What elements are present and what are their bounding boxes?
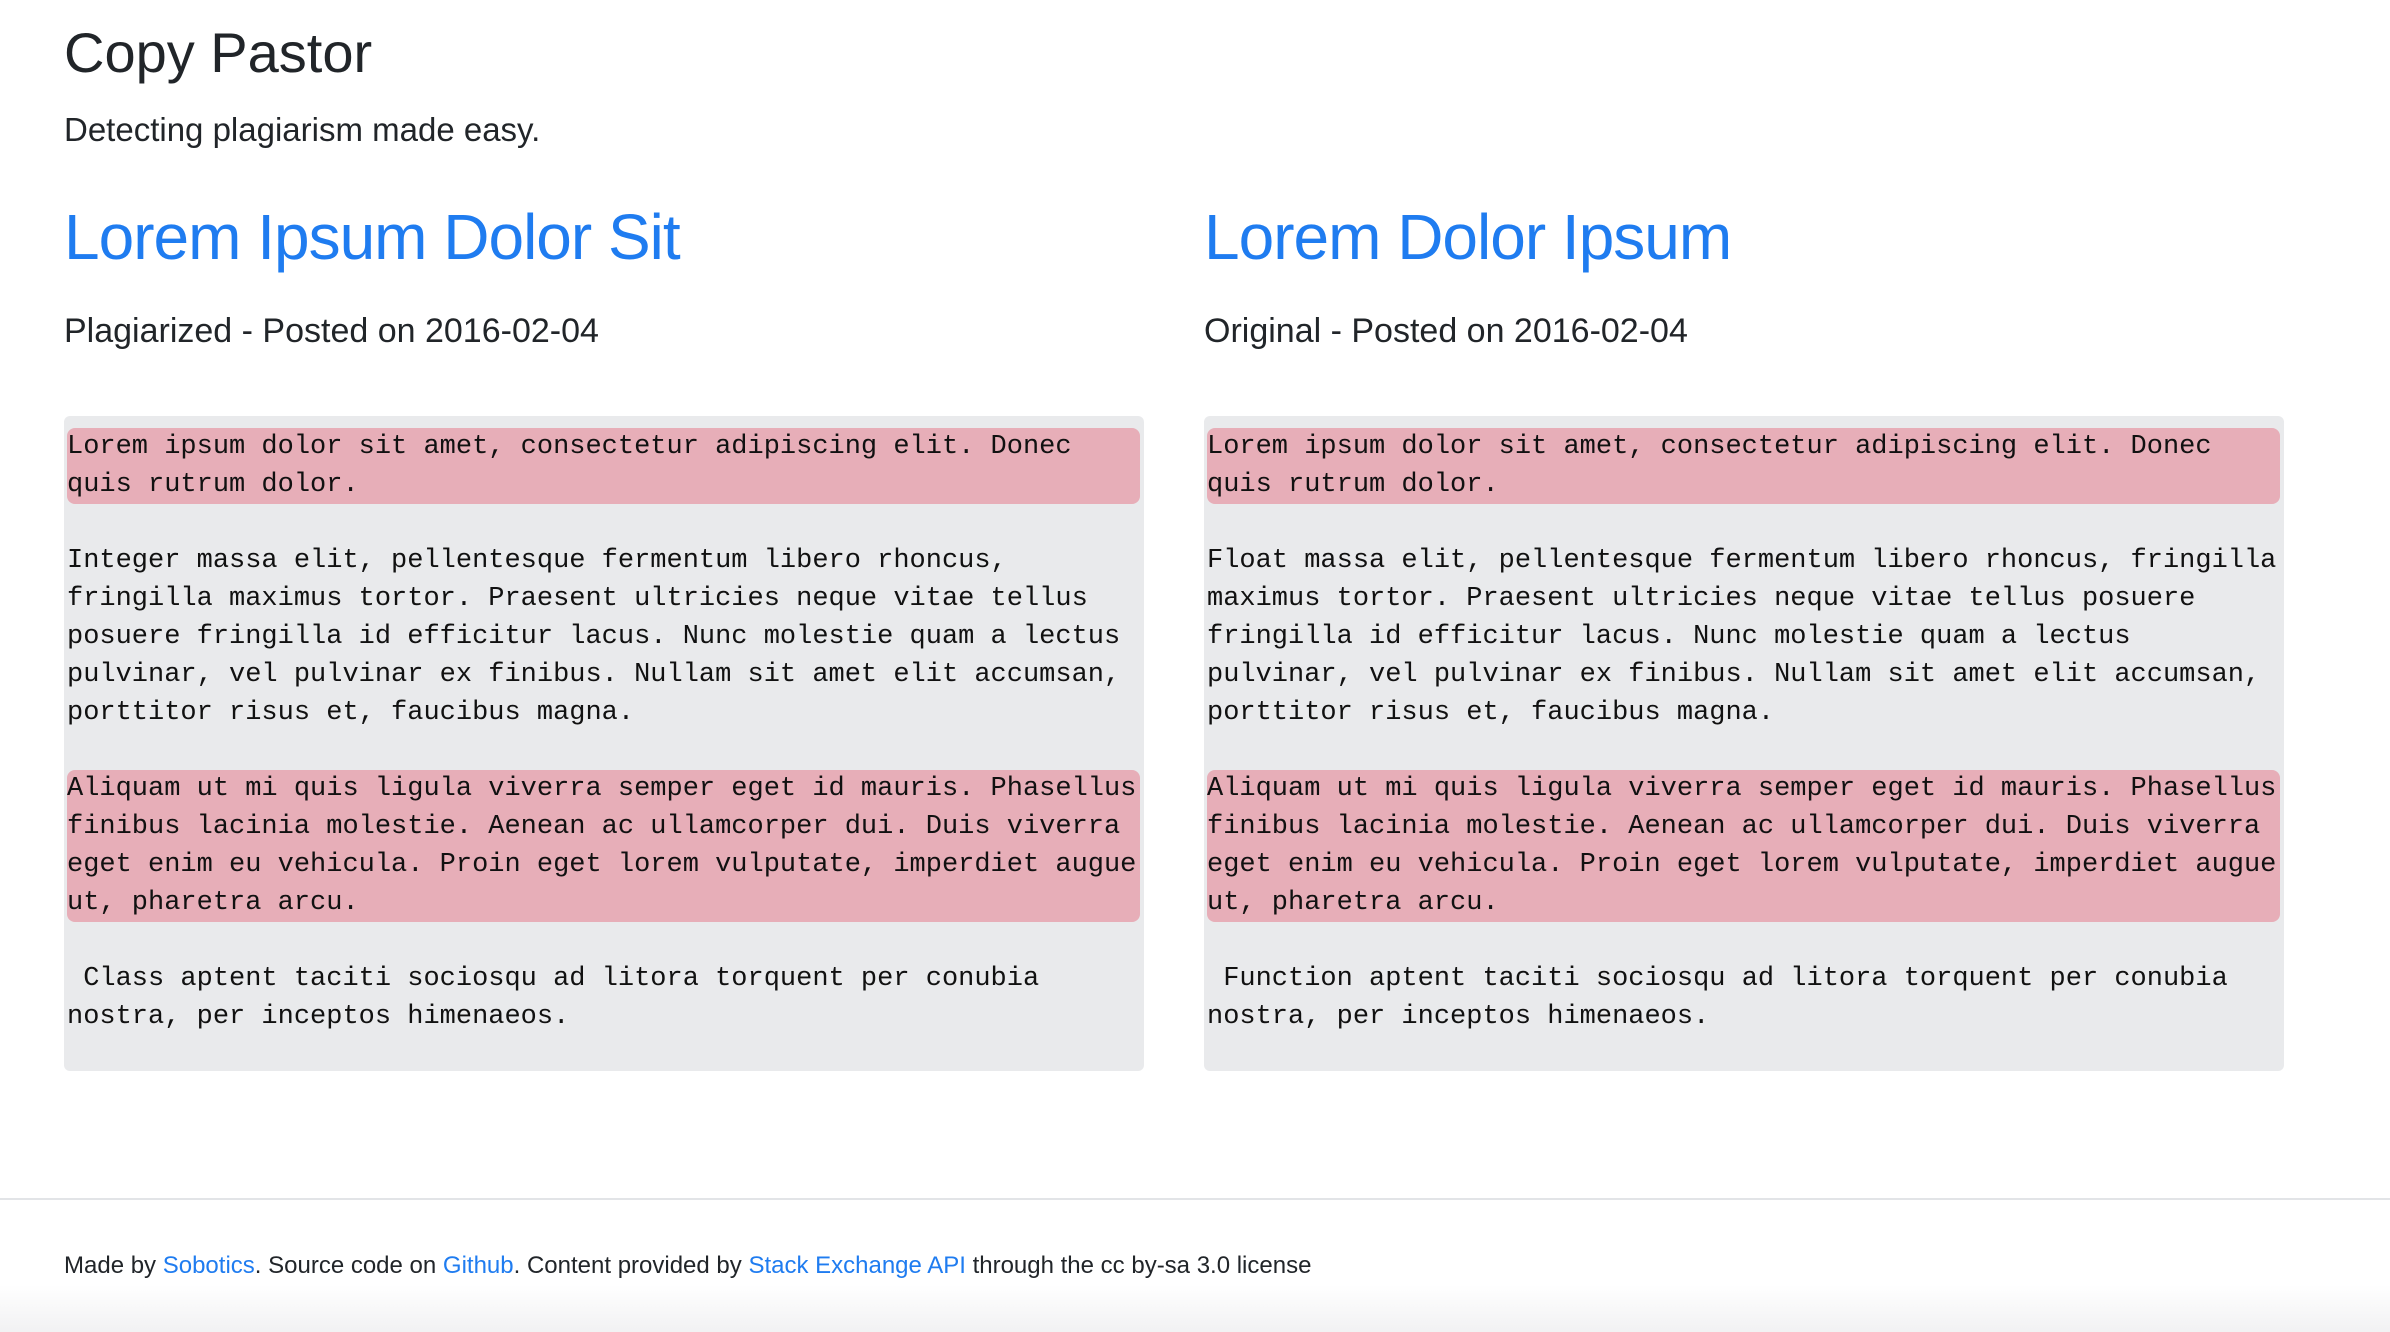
page: Copy Pastor Detecting plagiarism made ea… <box>0 0 2390 1332</box>
original-post-meta: Original - Posted on 2016-02-04 <box>1204 312 1688 350</box>
site-tagline: Detecting plagiarism made easy. <box>64 111 541 148</box>
plagiarized-post-column: Lorem Ipsum Dolor Sit Plagiarized - Post… <box>64 190 1144 1071</box>
site-header: Copy Pastor Detecting plagiarism made ea… <box>64 18 540 150</box>
post-paragraph: Integer massa elit, pellentesque ferment… <box>67 546 1137 728</box>
post-paragraph-highlighted: Aliquam ut mi quis ligula viverra semper… <box>1207 770 2280 922</box>
footer-text: Made by <box>64 1252 163 1279</box>
plagiarized-post-title-link[interactable]: Lorem Ipsum Dolor Sit <box>64 190 681 284</box>
plagiarized-post-body: Lorem ipsum dolor sit amet, consectetur … <box>64 416 1144 1071</box>
footer-divider <box>0 1198 2390 1200</box>
footer-text: through the cc by-sa 3.0 license <box>965 1252 1312 1279</box>
post-paragraph-highlighted: Lorem ipsum dolor sit amet, consectetur … <box>1207 428 2280 504</box>
stack-exchange-api-link[interactable]: Stack Exchange API <box>748 1252 965 1279</box>
post-paragraph: Function aptent taciti sociosqu ad litor… <box>1207 964 2244 1032</box>
post-paragraph-highlighted: Lorem ipsum dolor sit amet, consectetur … <box>67 428 1140 504</box>
footer-text: . Source code on <box>254 1252 443 1279</box>
github-link[interactable]: Github <box>443 1252 514 1279</box>
site-title: Copy Pastor <box>64 21 373 84</box>
sobotics-link[interactable]: Sobotics <box>163 1252 255 1279</box>
post-paragraph: Float massa elit, pellentesque fermentum… <box>1207 546 2293 728</box>
original-post-column: Lorem Dolor Ipsum Original - Posted on 2… <box>1204 190 2284 1071</box>
original-post-title-link[interactable]: Lorem Dolor Ipsum <box>1204 190 1732 284</box>
footer-text: . Content provided by <box>513 1252 749 1279</box>
plagiarized-post-meta: Plagiarized - Posted on 2016-02-04 <box>64 312 599 350</box>
post-paragraph: Class aptent taciti sociosqu ad litora t… <box>67 964 1056 1032</box>
post-paragraph-highlighted: Aliquam ut mi quis ligula viverra semper… <box>67 770 1140 922</box>
site-footer: Made by Sobotics. Source code on Github.… <box>64 1250 1311 1282</box>
footer-shadow <box>0 1285 2390 1332</box>
original-post-body: Lorem ipsum dolor sit amet, consectetur … <box>1204 416 2284 1071</box>
